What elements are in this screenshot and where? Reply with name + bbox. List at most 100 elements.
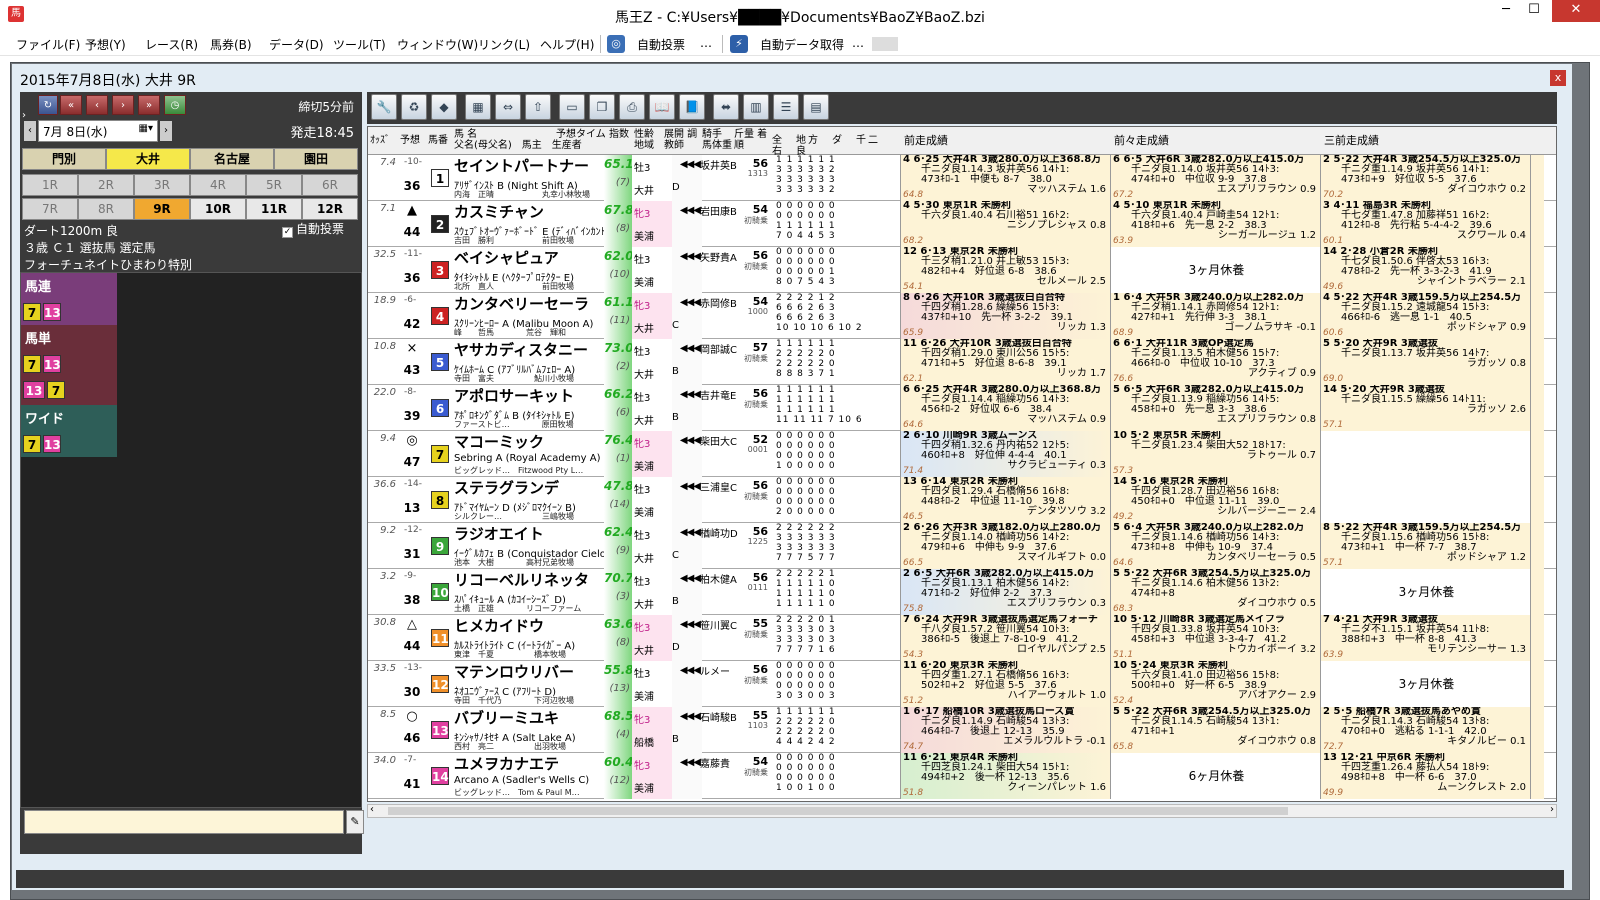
race-9r[interactable]: 9R bbox=[134, 198, 190, 220]
table-row[interactable]: 9.4 ◎ 47 7 マコーミック Sebring A (Royal Academy A)… bbox=[368, 431, 1556, 477]
menu-data[interactable]: データ(D) bbox=[269, 36, 324, 53]
menu-window[interactable]: ウィンドウ(W) bbox=[397, 36, 478, 53]
past-race-cell[interactable]: 5 6･4 大井5R 3歳240.0万以上282.0万 千ニダ良1.14.6 楢崎… bbox=[1110, 523, 1320, 569]
table-row[interactable]: 7.1 ▲ 44 2 カスミチャン ｽｳｪﾌﾞﾄｵｰｳﾞｧｰﾎﾞｰﾄﾞ E (ﾃﾞｨﾊﾞｲ… bbox=[368, 201, 1556, 247]
maximize-button[interactable]: ☐ bbox=[1518, 0, 1550, 22]
date-prev-button[interactable]: ‹ bbox=[24, 121, 36, 141]
auto-vote-icon[interactable]: ◎ bbox=[607, 35, 625, 53]
date-picker[interactable]: 7月 8日(水) ▦▾ bbox=[38, 120, 158, 142]
race-8r[interactable]: 8R bbox=[78, 198, 134, 220]
auto-vote-checkbox[interactable]: ✓ 自動投票 bbox=[282, 220, 344, 238]
past-race-cell[interactable]: 10 5･24 東京3R 未勝利 千六ダ良1.41.0 田辺裕56 15ﾄ8: 50… bbox=[1110, 661, 1320, 707]
race-11r[interactable]: 11R bbox=[246, 198, 302, 220]
past-race-cell[interactable]: 8 5･22 大井4R 3歳159.5万以上254.5万 千ニダ良1.15.6 楢… bbox=[1320, 523, 1530, 569]
recycle-icon[interactable]: ♻ bbox=[401, 94, 427, 120]
date-next-button[interactable]: › bbox=[160, 121, 172, 141]
horse-name[interactable]: リコーベルリネッタ bbox=[454, 569, 589, 590]
race-10r[interactable]: 10R bbox=[190, 198, 246, 220]
past-race-cell[interactable]: 2 6･26 大井3R 3歳182.0万以上280.0万 千ニダ良1.14.0 楢… bbox=[900, 523, 1110, 569]
table-row[interactable]: 18.9 42 -6- 4 カンタベリーセーラ ｽｸﾘｰﾝﾋｰﾛｰ A (Malibu M… bbox=[368, 293, 1556, 339]
scroll-left-icon[interactable]: ‹ bbox=[370, 804, 374, 815]
past-race-cell[interactable]: 13 12･21 中京6R 未勝利 千四芝重1.26.4 藤払人54 18ﾄ9: 4… bbox=[1320, 753, 1530, 799]
race-1r[interactable]: 1R bbox=[22, 174, 78, 196]
past-race-cell[interactable]: 4 5･30 東京1R 未勝利 千六ダ良1.40.4 石川裕51 16ﾄ2: ニシノ… bbox=[900, 201, 1110, 247]
horse-number[interactable]: 5 bbox=[431, 353, 449, 371]
past-race-cell[interactable]: 8 6･26 大井10R 3歳選抜白百合特 千四ダ稍1.28.6 繰繰56 15ﾄ… bbox=[900, 293, 1110, 339]
past-race-cell[interactable]: 12 6･13 東京2R 未勝利 千三ダ稍1.21.0 井上敏53 15ﾄ3: 48… bbox=[900, 247, 1110, 293]
collapse-arrow-icon[interactable]: › bbox=[22, 110, 26, 121]
horse-number[interactable]: 12 bbox=[431, 675, 449, 693]
table-row[interactable]: 33.5 30 -13- 12 マテンロウリバー ﾈｵﾕﾆｳﾞｧｰｽ C (ｱﾌﾘｰﾄ D… bbox=[368, 661, 1556, 707]
past-race-cell[interactable]: 7 6･24 大井9R 3歳選抜馬選定馬フォーチ 千八ダ良1.57.2 笹川翼54… bbox=[900, 615, 1110, 661]
past-race-cell[interactable]: 11 6･26 大井10R 3歳選抜白百合特 千四ダ稍1.29.0 東川公56 1… bbox=[900, 339, 1110, 385]
scroll-right-icon[interactable]: › bbox=[1550, 804, 1554, 815]
race-7r[interactable]: 7R bbox=[22, 198, 78, 220]
menu-ticket[interactable]: 馬券(B) bbox=[210, 36, 252, 53]
past-race-cell[interactable]: 4 6･25 大井4R 3歳280.0万以上368.8万 千ニダ良1.14.3 坂… bbox=[900, 155, 1110, 201]
past-race-cell[interactable]: 5 5･20 大井9R 3歳選抜 千ニダ良1.13.7 坂井英56 14ﾄ7: ラガ… bbox=[1320, 339, 1530, 385]
past-race-cell[interactable]: 13 6･14 東京2R 未勝利 千四ダ良1.29.4 石橋脩56 16ﾄ8: 44… bbox=[900, 477, 1110, 523]
race-2r[interactable]: 2R bbox=[78, 174, 134, 196]
horse-number[interactable]: 11 bbox=[431, 629, 449, 647]
horse-name[interactable]: マコーミック bbox=[454, 431, 544, 452]
horse-number[interactable]: 1 bbox=[431, 169, 449, 187]
horse-name[interactable]: カンタベリーセーラ bbox=[454, 293, 589, 314]
horse-name[interactable]: アポロサーキット bbox=[454, 385, 574, 406]
bet-number[interactable]: 13 bbox=[43, 435, 61, 453]
past-race-cell[interactable]: 5 5･22 大井6R 3歳254.5万以上325.0万 千ニダ良1.14.6 柏… bbox=[1110, 569, 1320, 615]
horse-name[interactable]: セイントパートナー bbox=[454, 155, 589, 176]
copy-icon[interactable]: ❐ bbox=[589, 94, 615, 120]
past-race-cell[interactable]: 11 6･21 東京4R 未勝利 千四芝良1.24.1 柴田大54 15ﾄ1: 49… bbox=[900, 753, 1110, 799]
past-race-cell[interactable]: 2 5･5 船橋7R 3歳選抜馬あやめ賞 千ニダ良1.14.3 石崎駿54 13ﾄ… bbox=[1320, 707, 1530, 753]
past-race-cell[interactable]: 6 6･25 大井4R 3歳280.0万以上368.8万 千ニダ良1.14.4 稲… bbox=[900, 385, 1110, 431]
table-row[interactable]: 34.0 41 -7- 14 ユメヲカナエテ Arcano A (Sadler's Wel… bbox=[368, 753, 1556, 799]
last-icon[interactable]: » bbox=[138, 95, 160, 115]
past-race-cell[interactable]: 11 6･20 東京3R 未勝利 千四ダ重1.27.1 石橋脩56 16ﾄ3: 50… bbox=[900, 661, 1110, 707]
past-race-cell[interactable]: 14 5･20 大井9R 3歳選抜 千ニダ良1.15.5 繰繰56 14ﾄ11: ラ… bbox=[1320, 385, 1530, 431]
horse-name-cell[interactable]: リコーベルリネッタ ｽﾊﾟｲｷｭｰﾙ A (ｶｺｲｰｼｰｽﾞ D) 土橋 正雄 リコ… bbox=[452, 569, 628, 615]
bet-number[interactable]: 13 bbox=[43, 355, 61, 373]
settings-icon[interactable]: ☰ bbox=[773, 94, 799, 120]
grid-icon[interactable]: ▦ bbox=[465, 94, 491, 120]
menu-link[interactable]: リンク(L) bbox=[478, 36, 530, 53]
past-race-cell[interactable]: 4 5･10 東京1R 未勝利 千六ダ良1.40.4 戸崎圭54 12ﾄ1: 418… bbox=[1110, 201, 1320, 247]
table-row[interactable]: 10.8 × 43 5 ヤサカディスタニー ｹｲﾑﾎｰﾑ C (ｱﾌﾞﾘﾙﾊﾞﾑﾌｪﾛｰ … bbox=[368, 339, 1556, 385]
wrench-icon[interactable]: 🔧 bbox=[371, 94, 397, 120]
bet-number[interactable]: 7 bbox=[47, 381, 65, 399]
horizontal-scrollbar[interactable]: ‹ › bbox=[367, 804, 1557, 818]
table-row[interactable]: 7.4 36 -10- 1 セイントパートナー ｱﾘｻﾞｲﾝｽﾄ B (Night Shi… bbox=[368, 155, 1556, 201]
horse-name-cell[interactable]: カスミチャン ｽｳｪﾌﾞﾄｵｰｳﾞｧｰﾎﾞｰﾄﾞ E (ﾃﾞｨﾊﾞｲﾝｶﾝﾄﾘｰ … bbox=[452, 201, 628, 247]
bet-number[interactable]: 7 bbox=[23, 355, 41, 373]
close-button[interactable]: ✕ bbox=[1552, 0, 1600, 22]
table-row[interactable]: 8.5 ○ 46 13 バブリーミユキ ｷﾝｼｬｻﾉｷｾｷ A (Salt Lake A)… bbox=[368, 707, 1556, 753]
horse-name[interactable]: ステラグランデ bbox=[454, 477, 559, 498]
menu-file[interactable]: ファイル(F) bbox=[16, 36, 80, 53]
horse-name[interactable]: バブリーミユキ bbox=[454, 707, 559, 728]
bet-number[interactable]: 7 bbox=[23, 303, 41, 321]
prev-icon[interactable]: ‹ bbox=[86, 95, 108, 115]
horse-name-cell[interactable]: マコーミック Sebring A (Royal Academy A) ビッグレッド…… bbox=[452, 431, 628, 477]
pen-icon[interactable]: ✎ bbox=[346, 810, 364, 834]
venue-nagoya[interactable]: 名古屋 bbox=[190, 148, 274, 170]
race-6r[interactable]: 6R bbox=[302, 174, 358, 196]
table-row[interactable]: 32.5 36 -11- 3 ベイシャピュア ﾀｲｷｼｬﾄﾙ E (ﾍｸﾀｰﾌﾟﾛﾃｸﾀｰ… bbox=[368, 247, 1556, 293]
horse-name[interactable]: ラジオエイト bbox=[454, 523, 544, 544]
horse-number[interactable]: 4 bbox=[431, 307, 449, 325]
window-icon[interactable]: ▭ bbox=[559, 94, 585, 120]
past-race-cell[interactable]: 1 6･4 大井5R 3歳240.0万以上282.0万 千ニダ稍1.14.1 赤岡… bbox=[1110, 293, 1320, 339]
past-race-cell[interactable]: 14 2･28 小倉2R 未勝利 千七ダ良1.50.6 伴啓太53 16ﾄ3: 47… bbox=[1320, 247, 1530, 293]
calendar-icon[interactable]: ▦▾ bbox=[139, 123, 153, 134]
past-race-cell[interactable]: 5 5･22 大井6R 3歳254.5万以上325.0万 千ニダ良1.14.5 石… bbox=[1110, 707, 1320, 753]
horse-name-cell[interactable]: バブリーミユキ ｷﾝｼｬｻﾉｷｾｷ A (Salt Lake A) 西村 亮二 出羽… bbox=[452, 707, 628, 753]
layout-icon[interactable]: ▥ bbox=[743, 94, 769, 120]
table-row[interactable]: 30.8 △ 44 11 ヒメカイドウ ｶﾙｽﾄﾗｲﾄﾗｲﾄ C (ｲｰﾄﾗｲｶﾞｰ A)… bbox=[368, 615, 1556, 661]
past-race-cell[interactable]: 6 6･1 大井11R 3歳OP選定馬 千ニダ良1.13.5 柏木健56 15ﾄ7… bbox=[1110, 339, 1320, 385]
horse-number[interactable]: 8 bbox=[431, 491, 449, 509]
race-12r[interactable]: 12R bbox=[302, 198, 358, 220]
horse-name-cell[interactable]: ユメヲカナエテ Arcano A (Sadler's Wells C) ビッグレッド… bbox=[452, 753, 628, 799]
horse-name-cell[interactable]: カンタベリーセーラ ｽｸﾘｰﾝﾋｰﾛｰ A (Malibu Moon A) 峰 哲馬… bbox=[452, 293, 628, 339]
overflow-dots[interactable]: … bbox=[700, 36, 712, 50]
past-race-cell[interactable]: 7 4･21 大井9R 3歳選抜 千ニダ不1.15.1 坂井英54 11ﾄ8: 38… bbox=[1320, 615, 1530, 661]
horse-name[interactable]: ヒメカイドウ bbox=[454, 615, 544, 636]
horse-name[interactable]: ベイシャピュア bbox=[454, 247, 559, 268]
